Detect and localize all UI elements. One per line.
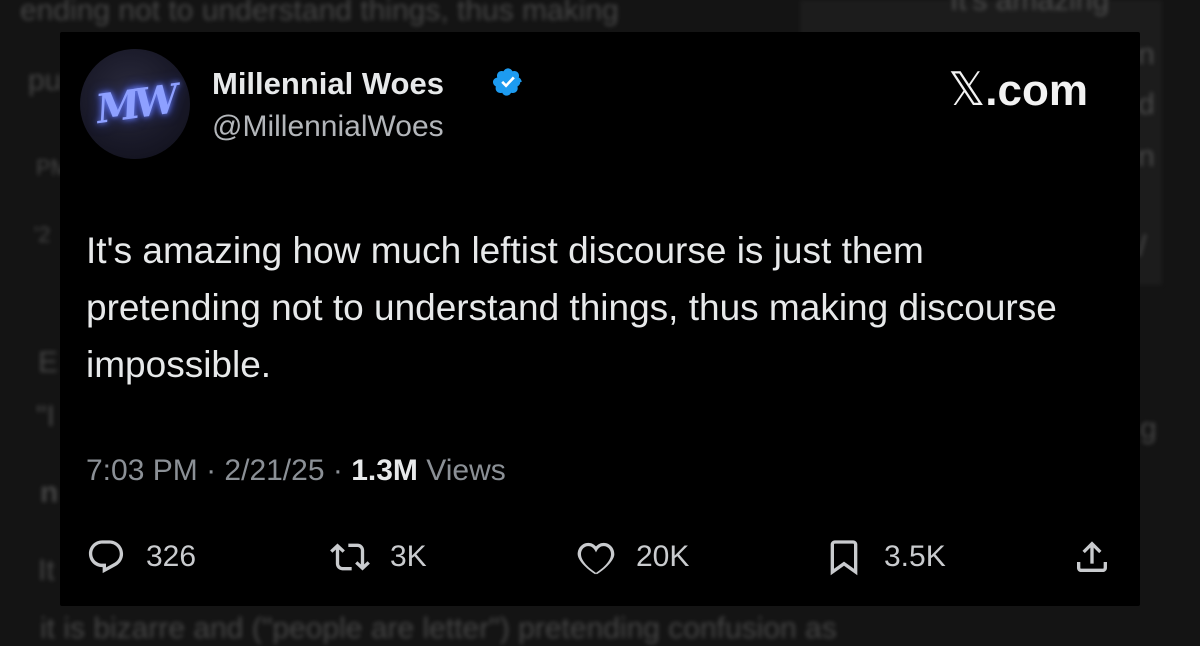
bg-line: It bbox=[38, 554, 55, 587]
brand-suffix: .com bbox=[985, 66, 1088, 115]
share-icon bbox=[1077, 541, 1107, 572]
x-logo-icon: 𝕏 bbox=[948, 62, 986, 116]
bg-line: ending not to understand things, thus ma… bbox=[20, 0, 619, 27]
meta-separator: · bbox=[206, 454, 217, 487]
repost-button[interactable]: 3K bbox=[330, 532, 427, 582]
bg-line: E bbox=[38, 346, 59, 379]
verified-badge-icon bbox=[493, 68, 522, 96]
repost-icon bbox=[330, 543, 370, 571]
meta-separator: · bbox=[332, 454, 343, 487]
like-count: 20K bbox=[636, 540, 690, 573]
reply-count: 326 bbox=[146, 540, 197, 573]
reply-button[interactable]: 326 bbox=[86, 532, 196, 582]
bg-panel-line: It's amazing bbox=[950, 0, 1110, 17]
user-handle[interactable]: @MillennialWoes bbox=[212, 110, 444, 144]
views-count: 1.3M bbox=[351, 454, 418, 487]
bookmark-button[interactable]: 3.5K bbox=[824, 532, 946, 582]
avatar-logo-text: MW bbox=[93, 75, 177, 133]
avatar[interactable]: MW bbox=[80, 49, 190, 159]
tweet-meta: 7:03 PM · 2/21/25 · 1.3M Views bbox=[86, 454, 506, 488]
tweet-date[interactable]: 2/21/25 bbox=[224, 454, 324, 487]
brand-logo: 𝕏.com bbox=[948, 62, 1088, 116]
tweet-card[interactable]: MW Millennial Woes @MillennialWoes 𝕏.com… bbox=[60, 32, 1140, 606]
bg-panel-line: d bbox=[1138, 88, 1155, 121]
repost-count: 3K bbox=[390, 540, 427, 573]
tweet-text: It's amazing how much leftist discourse … bbox=[86, 230, 1057, 385]
views-label: Views bbox=[426, 454, 506, 487]
display-name[interactable]: Millennial Woes bbox=[212, 66, 444, 102]
bg-line: pu bbox=[28, 64, 62, 97]
bookmark-icon bbox=[830, 540, 858, 576]
bg-line: n bbox=[40, 476, 59, 509]
bg-panel-line: n bbox=[1138, 38, 1155, 71]
action-bar: 326 3K 20K 3.5K bbox=[86, 532, 1116, 582]
bg-line: "I bbox=[36, 400, 55, 433]
bg-panel-line: n bbox=[1138, 140, 1155, 173]
share-button[interactable] bbox=[1072, 532, 1112, 582]
bookmark-count: 3.5K bbox=[884, 540, 946, 573]
bg-line: '2 bbox=[34, 222, 51, 247]
tweet-time[interactable]: 7:03 PM bbox=[86, 454, 198, 487]
bg-line: g bbox=[1140, 412, 1157, 445]
reply-icon bbox=[88, 540, 124, 574]
like-icon bbox=[577, 542, 615, 575]
bg-line: it is bizarre and ("people are letter") … bbox=[40, 612, 837, 645]
like-button[interactable]: 20K bbox=[576, 532, 689, 582]
